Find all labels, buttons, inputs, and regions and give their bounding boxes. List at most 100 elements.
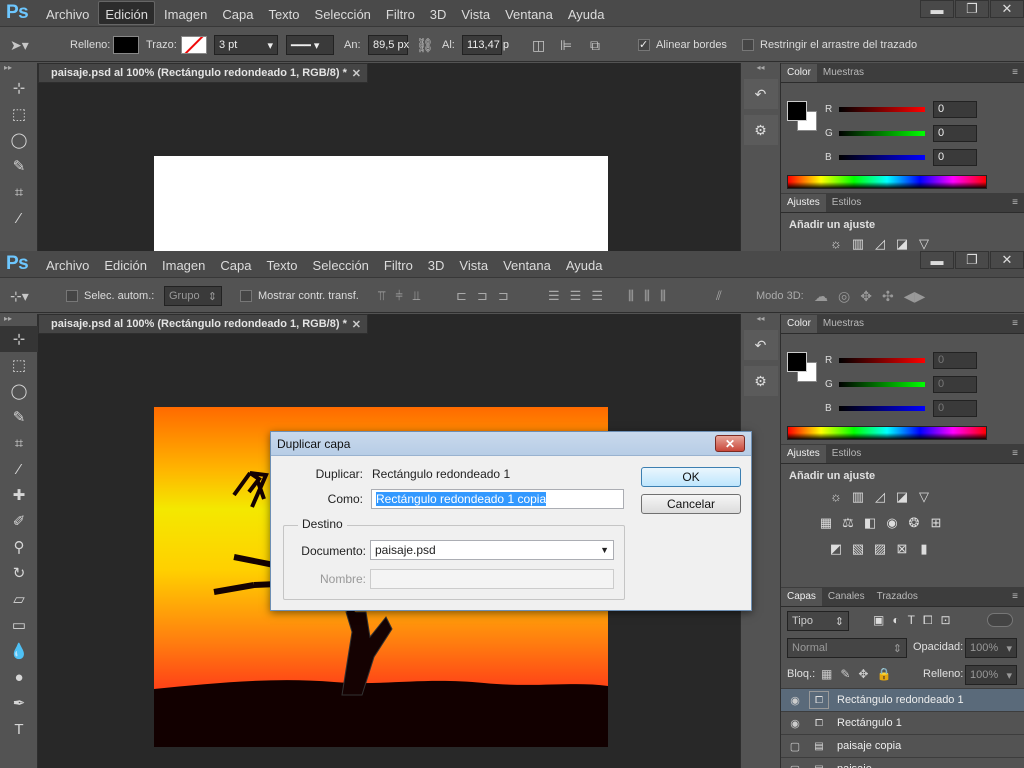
g-value[interactable]: 0 (933, 376, 977, 393)
tab-ajustes[interactable]: Ajustes (781, 445, 826, 463)
tab-ajustes[interactable]: Ajustes (781, 194, 826, 212)
grupo-dropdown[interactable]: Grupo ⇕ (164, 286, 222, 306)
close-tab-icon[interactable]: ✕ (352, 318, 361, 331)
color-spectrum[interactable] (787, 426, 987, 440)
tab-estilos[interactable]: Estilos (826, 194, 867, 212)
pen-tool-icon[interactable]: ✒ (0, 690, 38, 716)
lasso-tool-icon[interactable]: ◯ (0, 378, 38, 404)
threshold-icon[interactable]: ▨ (869, 539, 891, 559)
eyedropper-tool-icon[interactable]: ⁄ (0, 205, 38, 231)
gradient-map-icon[interactable]: ▮ (913, 539, 935, 559)
menu-vista[interactable]: Vista (453, 252, 494, 276)
restringir-checkbox[interactable] (742, 39, 754, 51)
tab-trazados[interactable]: Trazados (871, 588, 924, 606)
layer-row[interactable]: ▢ ▤ paisaje copia (781, 735, 1024, 758)
cancel-button[interactable]: Cancelar (641, 494, 741, 514)
tab-color[interactable]: Color (781, 64, 817, 82)
layer-filter-dropdown[interactable]: Tipo ⇕ (787, 611, 849, 631)
r-slider[interactable] (839, 358, 925, 363)
distribute-right-icon[interactable]: ⫼ (660, 288, 666, 304)
como-input[interactable]: Rectángulo redondeado 1 copia (371, 489, 624, 509)
menu-edicion[interactable]: Edición (98, 252, 153, 276)
menu-filtro[interactable]: Filtro (378, 252, 419, 276)
eye-off-icon[interactable]: ▢ (781, 740, 809, 753)
document-tab[interactable]: paisaje.psd al 100% (Rectángulo redondea… (38, 63, 368, 83)
filter-pixel-icon[interactable]: ▣ (873, 613, 884, 628)
menu-ventana[interactable]: Ventana (497, 252, 557, 276)
history-icon[interactable]: ↶ (743, 330, 778, 360)
path-arrange-icon[interactable]: ⧉ (590, 37, 600, 54)
menu-texto[interactable]: Texto (262, 1, 305, 25)
width-field[interactable]: 89,5 px (368, 35, 409, 55)
r-value[interactable]: 0 (933, 352, 977, 369)
minimize-button[interactable]: ▬ (920, 0, 954, 18)
brush-tool-icon[interactable]: ✐ (0, 508, 38, 534)
color-balance-icon[interactable]: ⚖ (837, 513, 859, 533)
lock-transparent-icon[interactable]: ▦ (821, 667, 832, 681)
align-right-icon[interactable]: ⊐ (498, 288, 509, 304)
dodge-tool-icon[interactable]: ● (0, 664, 38, 690)
3d-roll-icon[interactable]: ◎ (838, 288, 850, 305)
curves-icon[interactable]: ◿ (869, 234, 891, 252)
r-slider[interactable] (839, 107, 925, 112)
opacity-field[interactable]: 100% ▾ (965, 638, 1017, 658)
invert-icon[interactable]: ◩ (825, 539, 847, 559)
path-ops-icon[interactable]: ◫ (532, 37, 545, 54)
lasso-tool-icon[interactable]: ◯ (0, 127, 38, 153)
tab-color[interactable]: Color (781, 315, 817, 333)
healing-brush-tool-icon[interactable]: ✚ (0, 482, 38, 508)
menu-3d[interactable]: 3D (422, 252, 451, 276)
stroke-type-dropdown[interactable]: ━━━ ▾ (286, 35, 334, 55)
quick-select-tool-icon[interactable]: ✎ (0, 404, 38, 430)
menu-capa[interactable]: Capa (214, 252, 257, 276)
distribute-hcenter-icon[interactable]: ⫼ (644, 288, 650, 304)
documento-select[interactable]: paisaje.psd ▼ (370, 540, 614, 560)
menu-ventana[interactable]: Ventana (499, 1, 559, 25)
distribute-vcenter-icon[interactable]: ☰ (570, 288, 582, 304)
menu-capa[interactable]: Capa (216, 1, 259, 25)
filter-shape-icon[interactable]: ⧠ (923, 613, 933, 628)
auto-align-icon[interactable]: ⫽ (716, 288, 722, 304)
eye-icon[interactable]: ◉ (781, 694, 809, 707)
menu-imagen[interactable]: Imagen (156, 252, 211, 276)
stroke-size-field[interactable]: 3 pt ▾ (214, 35, 278, 55)
3d-rotate-icon[interactable]: ☁ (814, 288, 828, 305)
selec-autom-checkbox[interactable] (66, 290, 78, 302)
tab-muestras[interactable]: Muestras (817, 315, 870, 333)
properties-icon[interactable]: ⚙ (743, 115, 778, 145)
photo-filter-icon[interactable]: ◉ (881, 513, 903, 533)
fill-swatch[interactable] (113, 36, 139, 54)
align-vcenter-icon[interactable]: ⫩ (395, 288, 402, 304)
levels-icon[interactable]: ▥ (847, 487, 869, 507)
filter-smart-icon[interactable]: ⊡ (941, 613, 951, 628)
g-slider[interactable] (839, 382, 925, 387)
menu-3d[interactable]: 3D (424, 1, 453, 25)
align-top-icon[interactable]: ⫪ (378, 288, 385, 304)
posterize-icon[interactable]: ▧ (847, 539, 869, 559)
exposure-icon[interactable]: ◪ (891, 234, 913, 252)
panel-menu-icon[interactable]: ≡ (1012, 318, 1018, 329)
fill-field[interactable]: 100% ▾ (965, 665, 1017, 685)
menu-edicion[interactable]: Edición (98, 1, 155, 25)
height-field[interactable]: 113,47 p (462, 35, 509, 55)
distribute-top-icon[interactable]: ☰ (548, 288, 560, 304)
channel-mixer-icon[interactable]: ❂ (903, 513, 925, 533)
stroke-swatch[interactable] (181, 36, 207, 54)
b-slider[interactable] (839, 155, 925, 160)
marquee-tool-icon[interactable]: ⬚ (0, 352, 38, 378)
filter-adjust-icon[interactable]: ◐ (892, 613, 899, 628)
history-icon[interactable]: ↶ (743, 79, 778, 109)
ok-button[interactable]: OK (641, 467, 741, 487)
align-left-icon[interactable]: ⊏ (456, 288, 467, 304)
b-value[interactable]: 0 (933, 400, 977, 417)
eyedropper-tool-icon[interactable]: ⁄ (0, 456, 38, 482)
menu-seleccion[interactable]: Selección (307, 252, 375, 276)
menu-seleccion[interactable]: Selección (309, 1, 377, 25)
mostrar-transf-checkbox[interactable] (240, 290, 252, 302)
align-bottom-icon[interactable]: ⫫ (413, 288, 420, 304)
tab-muestras[interactable]: Muestras (817, 64, 870, 82)
eraser-tool-icon[interactable]: ▱ (0, 586, 38, 612)
lock-all-icon[interactable]: 🔒 (876, 667, 891, 681)
blend-mode-dropdown[interactable]: Normal ⇕ (787, 638, 907, 658)
properties-icon[interactable]: ⚙ (743, 366, 778, 396)
